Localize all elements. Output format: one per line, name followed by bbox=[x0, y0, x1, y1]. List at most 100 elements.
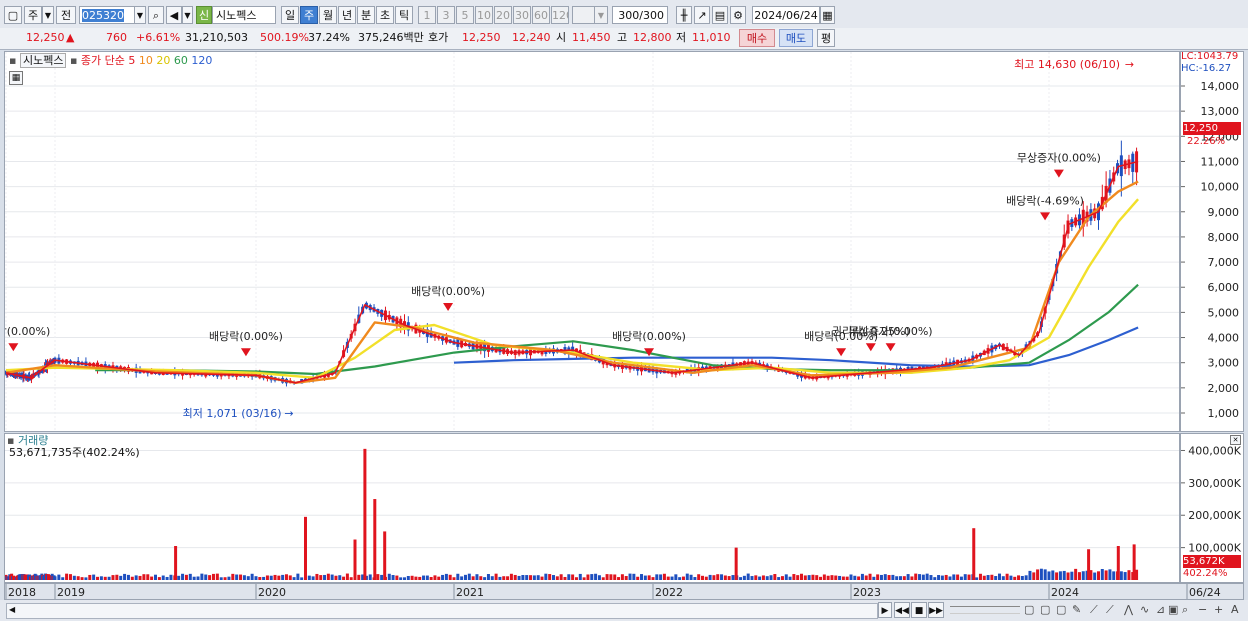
scroll-right-icon[interactable]: ▶ bbox=[878, 602, 892, 618]
volume-bar bbox=[315, 573, 319, 580]
legend-stock-name[interactable]: 시노펙스 bbox=[19, 53, 67, 68]
font-button[interactable]: A bbox=[1231, 601, 1239, 619]
volume-bar bbox=[380, 574, 384, 580]
legend-ma5[interactable]: 5 bbox=[128, 54, 135, 67]
indicator-icon[interactable]: ↗ bbox=[694, 6, 710, 24]
volume-bar bbox=[540, 576, 544, 580]
volume-spike-bar bbox=[1116, 546, 1120, 580]
volume-chart[interactable] bbox=[5, 434, 1179, 582]
gear-icon[interactable]: ⚙ bbox=[730, 6, 746, 24]
eval-button[interactable]: 평 bbox=[817, 29, 835, 47]
rewind-icon[interactable]: ◀◀ bbox=[894, 602, 910, 618]
period-month-button[interactable]: 월 bbox=[319, 6, 337, 24]
volume-bar bbox=[200, 573, 204, 580]
interval-3-button[interactable]: 3 bbox=[437, 6, 455, 24]
scroll-left-icon[interactable]: ◀ bbox=[9, 606, 17, 614]
volume-bar bbox=[254, 576, 258, 580]
volume-bar bbox=[1051, 570, 1055, 580]
volume-bar bbox=[708, 574, 712, 580]
volume-bar bbox=[349, 577, 353, 580]
volume-bar bbox=[670, 576, 674, 580]
stock-code-input[interactable]: 025320 bbox=[79, 6, 135, 24]
volume-bar bbox=[754, 575, 758, 580]
interval-1-button[interactable]: 1 bbox=[418, 6, 436, 24]
date-field[interactable]: 2024/06/24 bbox=[752, 6, 820, 24]
image-icon[interactable]: ▣ bbox=[1168, 601, 1178, 619]
interval-5-button[interactable]: 5 bbox=[456, 6, 474, 24]
y-tick-label: 200,000K bbox=[1188, 509, 1241, 522]
fibo-icon[interactable]: ⋀ bbox=[1124, 601, 1133, 619]
stop-icon[interactable]: ■ bbox=[911, 602, 927, 618]
wave-icon[interactable]: ∿ bbox=[1140, 601, 1149, 619]
interval-dropdown-icon[interactable]: ▼ bbox=[594, 6, 608, 24]
period-minute-button[interactable]: 분 bbox=[357, 6, 375, 24]
chart-settings-icon[interactable]: ▢ bbox=[4, 6, 22, 24]
close-panel-icon[interactable]: ✕ bbox=[1230, 435, 1241, 445]
volume-chart-area[interactable]: ▪ 거래량 53,671,735주(402.24%) bbox=[4, 433, 1180, 583]
volume-bar bbox=[277, 575, 281, 580]
candle-type-icon[interactable]: ╫ bbox=[676, 6, 692, 24]
volume-bar bbox=[330, 574, 334, 580]
interval-20-button[interactable]: 20 bbox=[494, 6, 512, 24]
price-chart[interactable]: 배당락(0.00%) 배당락(0.00%) 배당락(0.00%) 배당락(0.00%)… bbox=[5, 52, 1179, 431]
zoom-in-button[interactable]: + bbox=[1214, 601, 1223, 619]
volume-bar bbox=[761, 575, 765, 580]
search-icon[interactable]: ⌕ bbox=[148, 6, 164, 24]
volume-bar bbox=[219, 577, 223, 580]
legend-ma60[interactable]: 60 bbox=[174, 54, 188, 67]
prev-button[interactable]: 전 bbox=[56, 6, 76, 24]
trend-icon[interactable]: ⟋ bbox=[1106, 601, 1114, 619]
period-dropdown-icon[interactable]: ▼ bbox=[42, 6, 54, 24]
split-icon[interactable]: ▢ bbox=[1040, 601, 1050, 619]
volume-bar bbox=[819, 576, 823, 580]
buy-button[interactable]: 매수 bbox=[739, 29, 775, 47]
magnifier-icon[interactable]: ⌕ bbox=[1182, 601, 1188, 619]
zoom-out-button[interactable]: − bbox=[1198, 601, 1207, 619]
volume-bar bbox=[300, 577, 304, 580]
data-count-field[interactable]: 300/300 bbox=[612, 6, 668, 24]
open-label: 시 bbox=[556, 31, 567, 44]
legend-ma-label[interactable]: 종가 단순 bbox=[81, 54, 125, 67]
save-icon[interactable]: ▤ bbox=[712, 6, 728, 24]
speaker-icon[interactable]: ◀ bbox=[166, 6, 182, 24]
volume-bar bbox=[441, 574, 445, 580]
horizontal-scrollbar[interactable]: ◀ bbox=[6, 603, 878, 619]
legend-ma120[interactable]: 120 bbox=[191, 54, 212, 67]
interval-30-button[interactable]: 30 bbox=[513, 6, 531, 24]
legend-ma20[interactable]: 20 bbox=[156, 54, 170, 67]
volume-bar bbox=[235, 574, 239, 580]
fast-forward-icon[interactable]: ▶▶ bbox=[928, 602, 944, 618]
ma-line-5 bbox=[5, 160, 1139, 384]
volume-bar bbox=[937, 575, 941, 580]
pen-icon[interactable]: ✎ bbox=[1072, 601, 1081, 619]
volume-bar bbox=[483, 577, 487, 580]
period-day-button[interactable]: 일 bbox=[281, 6, 299, 24]
interval-120-button[interactable]: 120 bbox=[551, 6, 569, 24]
ruler-icon[interactable]: ⊿ bbox=[1156, 601, 1165, 619]
stock-name-field[interactable]: 시노펙스 bbox=[212, 6, 276, 24]
period-short-button[interactable]: 주 bbox=[24, 6, 42, 24]
volume-bar bbox=[914, 573, 918, 580]
price-chart-area[interactable]: 배당락(0.00%) 배당락(0.00%) 배당락(0.00%) 배당락(0.00%)… bbox=[4, 51, 1180, 432]
speaker-dropdown-icon[interactable]: ▼ bbox=[182, 6, 193, 24]
data-table-icon[interactable]: ▦ bbox=[9, 71, 23, 85]
period-second-button[interactable]: 초 bbox=[376, 6, 394, 24]
volume-bar bbox=[548, 574, 552, 580]
line-icon[interactable]: ⟋ bbox=[1090, 601, 1098, 619]
volume-bar bbox=[525, 575, 529, 580]
legend-ma10[interactable]: 10 bbox=[139, 54, 153, 67]
copy-icon[interactable]: ▢ bbox=[1056, 601, 1066, 619]
period-year-button[interactable]: 년 bbox=[338, 6, 356, 24]
zoom-slider[interactable] bbox=[950, 606, 1020, 614]
period-tick-button[interactable]: 틱 bbox=[395, 6, 413, 24]
window-icon[interactable]: ▢ bbox=[1024, 601, 1034, 619]
volume-bar bbox=[529, 575, 533, 580]
period-week-button[interactable]: 주 bbox=[300, 6, 318, 24]
interval-60-button[interactable]: 60 bbox=[532, 6, 550, 24]
code-dropdown-icon[interactable]: ▼ bbox=[134, 6, 146, 24]
volume-bar bbox=[204, 574, 208, 580]
interval-10-button[interactable]: 10 bbox=[475, 6, 493, 24]
sell-button[interactable]: 매도 bbox=[779, 29, 813, 47]
volume-bar bbox=[161, 575, 165, 580]
calendar-icon[interactable]: ▦ bbox=[820, 6, 835, 24]
